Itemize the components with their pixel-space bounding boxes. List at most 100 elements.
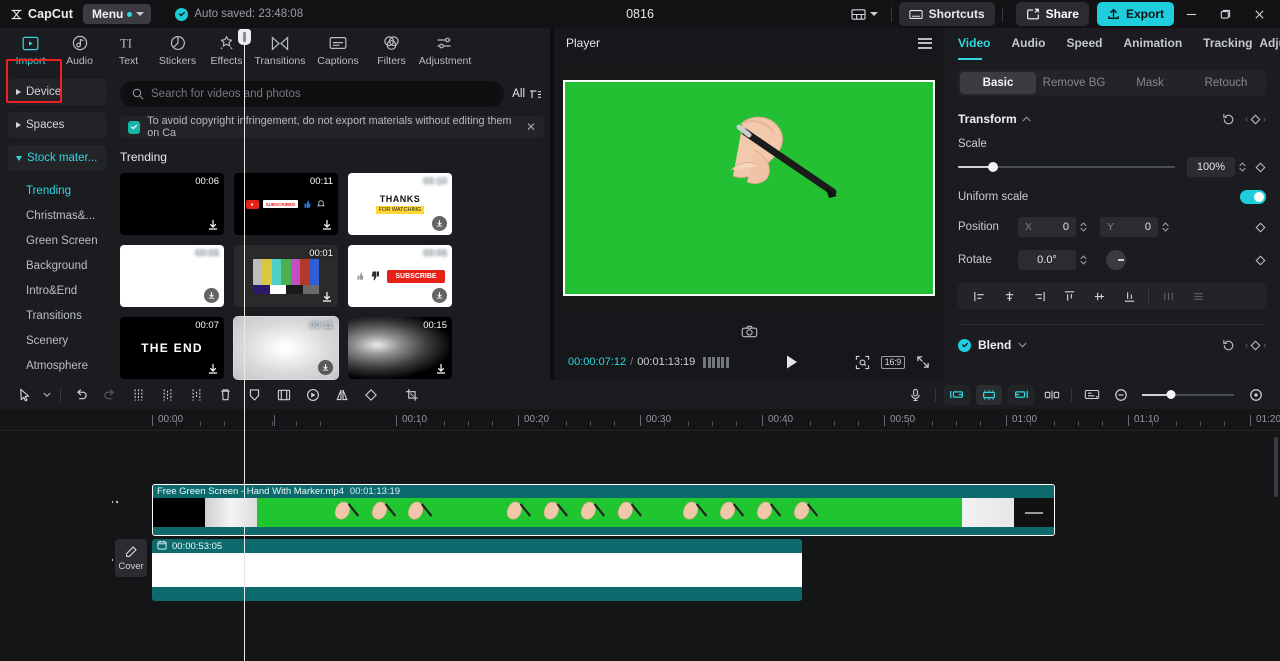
aspect-ratio-badge[interactable]: 16:9 [880,355,905,369]
close-icon[interactable]: ✕ [526,120,536,134]
media-thumbnail[interactable]: THE END 00:07 [120,317,224,379]
filter-button[interactable]: All [512,88,544,100]
download-icon[interactable] [207,363,219,375]
delete-icon[interactable] [211,383,240,407]
tab-captions[interactable]: Captions [309,30,367,72]
scale-value[interactable]: 100% [1187,157,1235,177]
auto-edit-icon[interactable] [1077,383,1106,407]
crop-frame-icon[interactable] [269,383,298,407]
keyframe-next-icon[interactable]: › [1263,340,1266,350]
timeline-clip-cover[interactable]: 00:00:53:05 [152,539,802,601]
trim-start-icon[interactable] [153,383,182,407]
tab-import[interactable]: Import [6,30,55,72]
undo-icon[interactable] [66,383,95,407]
segment-remove-bg[interactable]: Remove BG [1036,72,1112,94]
share-button[interactable]: Share [1015,2,1089,26]
chevron-down-icon[interactable] [1018,342,1027,348]
media-thumbnail[interactable]: 00:01 [234,245,338,307]
keyframe-prev-icon[interactable]: ‹ [1245,114,1248,124]
tab-audio[interactable]: Audio [55,30,104,72]
media-thumbnail[interactable]: SUBSCRIBE 00:06 [348,245,452,307]
split-icon[interactable] [124,383,153,407]
keyframe-control[interactable]: ‹ › [1245,114,1266,125]
align-right-icon[interactable] [1024,284,1054,308]
segment-basic[interactable]: Basic [960,72,1036,94]
align-bottom-icon[interactable] [1114,284,1144,308]
fit-screen-icon[interactable] [855,355,870,370]
nav-group-spaces[interactable]: Spaces [8,112,106,138]
download-icon[interactable] [321,219,333,231]
play-button[interactable] [785,354,799,370]
reset-icon[interactable] [1222,113,1235,126]
cover-button[interactable]: Cover [115,539,147,577]
position-keyframe[interactable] [1255,222,1266,233]
nav-item-background[interactable]: Background [8,253,106,278]
split-track-icon[interactable] [1037,383,1066,407]
media-thumbnail[interactable]: 00:15 [348,317,452,379]
search-input[interactable] [151,88,493,100]
timeline-playhead[interactable] [238,29,251,661]
search-box[interactable] [120,81,505,107]
mirror-icon[interactable] [327,383,356,407]
tab-speed[interactable]: Speed [1066,36,1102,50]
nav-item-atmosphere[interactable]: Atmosphere [8,353,106,378]
align-top-icon[interactable] [1054,284,1084,308]
tab-transitions[interactable]: Transitions [251,30,309,72]
reverse-icon[interactable] [298,383,327,407]
rotate-stepper[interactable] [1079,254,1088,266]
blend-keyframe[interactable]: ‹ › [1245,340,1266,351]
tab-text[interactable]: TI Text [104,30,153,72]
tab-adjust[interactable]: Adju [1259,36,1280,50]
select-dropdown-icon[interactable] [39,392,55,398]
scale-keyframe[interactable] [1255,162,1266,173]
position-x-field[interactable]: X 0 [1018,217,1076,237]
download-icon[interactable] [321,291,333,303]
uniform-scale-toggle[interactable] [1240,190,1266,204]
keyframe-next-icon[interactable]: › [1263,114,1266,124]
position-y-field[interactable]: Y 0 [1100,217,1158,237]
tab-filters[interactable]: Filters [367,30,416,72]
rotate-icon[interactable] [356,383,385,407]
zoom-out-icon[interactable] [1106,383,1135,407]
download-icon[interactable] [435,363,447,375]
position-x-stepper[interactable] [1079,221,1088,233]
distribute-horizontal-icon[interactable] [1153,284,1183,308]
timeline-ruler[interactable]: 00:00 00:10 00:20 00:30 00:40 00:50 01:0… [0,409,1280,431]
align-center-vertical-icon[interactable] [1084,284,1114,308]
tab-audio[interactable]: Audio [1011,36,1045,50]
restore-button[interactable] [1208,0,1242,28]
trim-end-icon[interactable] [182,383,211,407]
shortcuts-button[interactable]: Shortcuts [898,2,995,26]
media-thumbnail[interactable]: 00:11 [233,316,339,380]
reset-icon[interactable] [1222,339,1235,352]
frames-icon[interactable] [703,356,729,368]
layout-button[interactable] [845,4,884,25]
nav-item-transitions[interactable]: Transitions [8,303,106,328]
nav-item-christmas[interactable]: Christmas&... [8,203,106,228]
export-button[interactable]: Export [1096,2,1174,26]
keyframe-prev-icon[interactable]: ‹ [1245,340,1248,350]
tab-stickers[interactable]: Stickers [153,30,202,72]
download-icon[interactable] [204,288,219,303]
timeline-clip-video[interactable]: Free Green Screen - Hand With Marker.mp4… [152,484,1055,536]
position-y-stepper[interactable] [1161,221,1170,233]
align-left-icon[interactable] [964,284,994,308]
download-icon[interactable] [432,288,447,303]
video-canvas[interactable] [563,80,935,296]
rotate-dial[interactable] [1106,250,1126,270]
tab-animation[interactable]: Animation [1123,36,1182,50]
zoom-slider[interactable] [1142,388,1234,402]
media-thumbnail[interactable]: 00:06 [120,173,224,235]
scale-slider[interactable] [958,160,1175,174]
snap-center-icon[interactable] [976,384,1002,405]
nav-item-green-screen[interactable]: Green Screen [8,228,106,253]
nav-item-trending[interactable]: Trending [8,178,106,203]
playhead-handle[interactable] [238,29,251,45]
download-icon[interactable] [318,360,333,375]
scale-stepper[interactable] [1238,161,1247,173]
segment-retouch[interactable]: Retouch [1188,72,1264,94]
crop-icon[interactable] [397,383,426,407]
download-icon[interactable] [207,219,219,231]
rotate-keyframe[interactable] [1255,255,1266,266]
media-thumbnail[interactable]: SUBSCRIBED 00:11 [234,173,338,235]
